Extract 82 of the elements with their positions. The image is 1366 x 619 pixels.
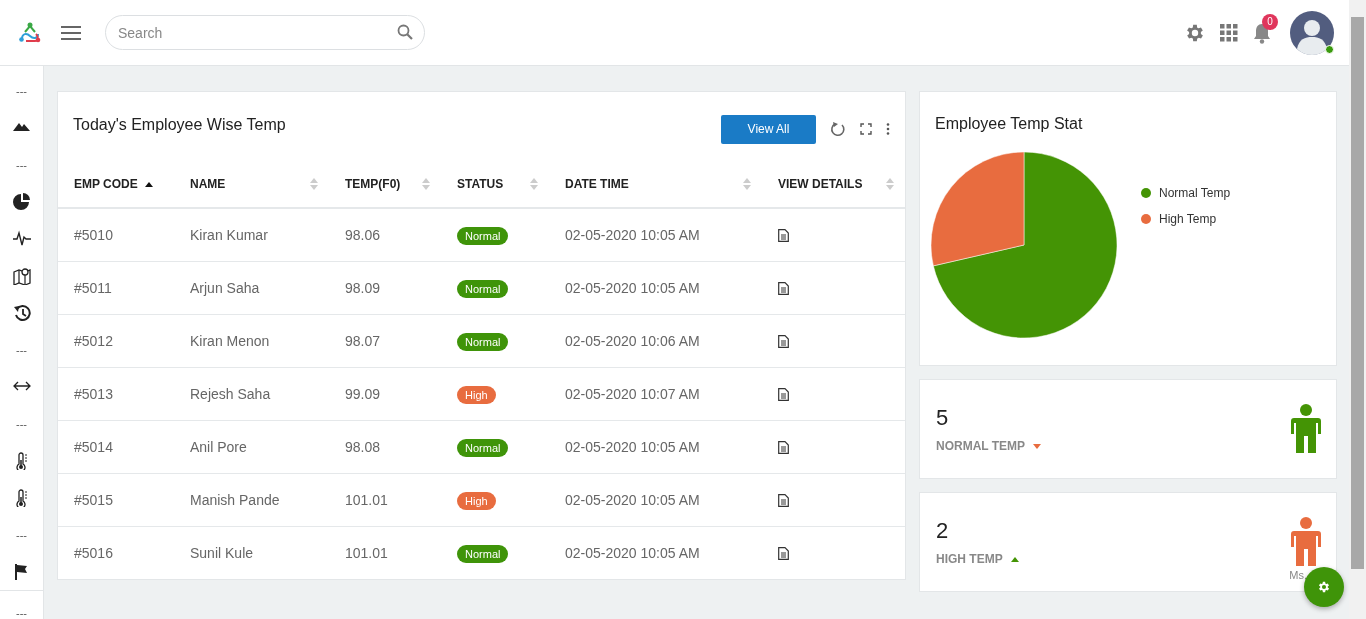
stat-label: NORMAL TEMP xyxy=(936,439,1026,453)
date-time-cell: 02-05-2020 10:05 AM xyxy=(565,227,700,243)
column-header[interactable]: TEMP(F0) xyxy=(345,176,401,191)
section-divider-text: --- xyxy=(16,607,27,619)
document-icon[interactable] xyxy=(778,493,789,507)
pie-chart-icon[interactable] xyxy=(12,192,31,211)
name-cell: Anil Pore xyxy=(190,439,247,455)
document-icon[interactable] xyxy=(778,228,789,242)
status-badge: Normal xyxy=(457,545,509,563)
section-divider-text: --- xyxy=(16,84,27,97)
status-badge: High xyxy=(457,386,496,404)
column-header[interactable]: NAME xyxy=(190,176,226,191)
history-icon[interactable] xyxy=(12,303,31,322)
menu-icon[interactable] xyxy=(61,24,81,41)
status-badge: Normal xyxy=(457,227,509,245)
apps-grid-icon[interactable] xyxy=(1220,23,1238,42)
emp-code-cell: #5011 xyxy=(74,280,112,296)
document-icon[interactable] xyxy=(778,387,789,401)
card-title: Employee Temp Stat xyxy=(935,115,1084,133)
figure-caption: Ms. xyxy=(1289,569,1307,581)
emp-code-cell: #5016 xyxy=(74,545,113,561)
document-icon[interactable] xyxy=(778,281,789,295)
card-title: Today's Employee Wise Temp xyxy=(73,116,286,134)
date-time-cell: 02-05-2020 10:05 AM xyxy=(565,492,700,508)
status-badge: Normal xyxy=(457,439,509,457)
temp-cell: 98.06 xyxy=(345,227,381,243)
legend-label[interactable]: High Temp xyxy=(1159,212,1217,226)
temp-cell: 98.09 xyxy=(345,280,381,296)
document-icon[interactable] xyxy=(778,440,789,454)
temp-cell: 98.08 xyxy=(345,439,381,455)
date-time-cell: 02-05-2020 10:07 AM xyxy=(565,386,700,402)
avatar[interactable] xyxy=(1290,10,1334,55)
temp-cell: 99.09 xyxy=(345,386,381,402)
column-header[interactable]: STATUS xyxy=(457,176,504,191)
name-cell: Kiran Kumar xyxy=(190,227,268,243)
date-time-cell: 02-05-2020 10:06 AM xyxy=(565,333,700,349)
section-divider-text: --- xyxy=(16,158,27,171)
sort-ascending-icon[interactable] xyxy=(144,180,154,187)
date-time-cell: 02-05-2020 10:05 AM xyxy=(565,280,700,296)
section-divider-text: --- xyxy=(16,417,27,430)
section-divider-text: --- xyxy=(16,528,27,541)
temp-cell: 101.01 xyxy=(345,545,388,561)
status-badge: Normal xyxy=(457,280,509,298)
legend-label[interactable]: Normal Temp xyxy=(1159,186,1231,200)
pulse-icon[interactable] xyxy=(12,229,31,248)
temp-cell: 98.07 xyxy=(345,333,381,349)
status-badge: High xyxy=(457,492,496,510)
map-pin-icon[interactable] xyxy=(12,266,31,285)
name-cell: Arjun Saha xyxy=(190,280,260,296)
more-options-icon[interactable] xyxy=(886,123,890,135)
date-time-cell: 02-05-2020 10:05 AM xyxy=(565,439,700,455)
temp-cell: 101.01 xyxy=(345,492,388,508)
notification-badge: 0 xyxy=(1262,13,1278,30)
emp-code-cell: #5015 xyxy=(74,492,113,508)
stat-label: HIGH TEMP xyxy=(936,552,1003,566)
column-header[interactable]: EMP CODE xyxy=(74,176,138,191)
settings-button[interactable] xyxy=(1304,567,1344,607)
fullscreen-icon[interactable] xyxy=(860,123,872,135)
status-badge: Normal xyxy=(457,333,509,351)
name-cell: Sunil Kule xyxy=(190,545,254,561)
gear-icon[interactable] xyxy=(1317,580,1331,594)
document-icon[interactable] xyxy=(778,334,789,348)
emp-code-cell: #5010 xyxy=(74,227,113,243)
emp-code-cell: #5013 xyxy=(74,386,113,402)
emp-code-cell: #5014 xyxy=(74,439,113,455)
view-all-button[interactable]: View All xyxy=(721,114,816,144)
document-icon[interactable] xyxy=(778,546,789,560)
name-cell: Manish Pande xyxy=(190,492,280,508)
section-divider-text: --- xyxy=(16,343,27,356)
stat-value: 2 xyxy=(936,518,950,544)
emp-code-cell: #5012 xyxy=(74,333,113,349)
legend-dot xyxy=(1141,188,1151,198)
search-field[interactable]: Search xyxy=(105,15,425,50)
refresh-icon[interactable] xyxy=(830,121,846,137)
name-cell: Rejesh Saha xyxy=(190,386,271,402)
stat-value: 5 xyxy=(936,405,950,431)
search-icon[interactable] xyxy=(397,24,413,40)
column-header[interactable]: DATE TIME xyxy=(565,176,629,191)
date-time-cell: 02-05-2020 10:05 AM xyxy=(565,545,700,561)
name-cell: Kiran Menon xyxy=(190,333,270,349)
legend-dot xyxy=(1141,214,1151,224)
column-header[interactable]: VIEW DETAILS xyxy=(778,176,863,191)
